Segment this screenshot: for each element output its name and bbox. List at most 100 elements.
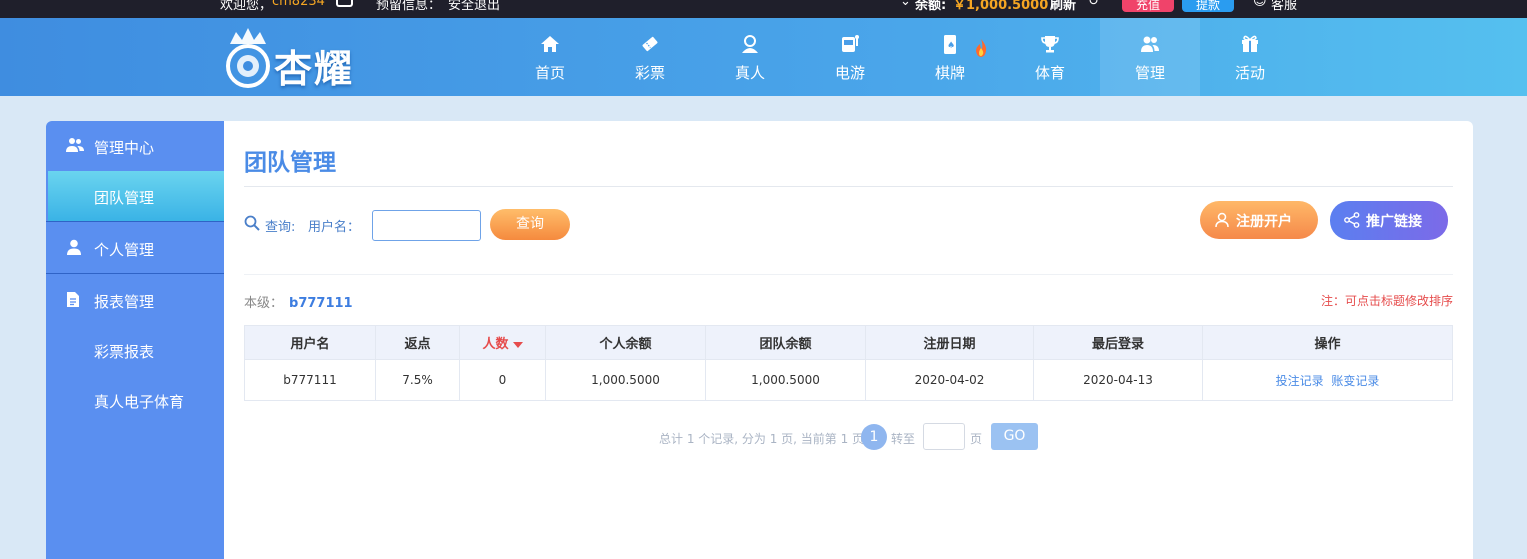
col-header-reg-date[interactable]: 注册日期 xyxy=(865,325,1034,360)
account-changes-link[interactable]: 账变记录 xyxy=(1331,374,1379,388)
register-account-label: 注册开户 xyxy=(1236,214,1292,230)
sidebar-item-label: 管理中心 xyxy=(94,139,155,157)
nav-item-lottery[interactable]: 彩票 xyxy=(600,18,700,96)
nav-item-manage[interactable]: 管理 xyxy=(1100,18,1200,96)
trophy-icon xyxy=(1041,36,1059,53)
pagination-current-page[interactable]: 1 xyxy=(861,424,887,450)
go-button[interactable]: GO xyxy=(991,423,1038,450)
col-header-member-count[interactable]: 人数 xyxy=(459,325,546,360)
nav-item-sports[interactable]: 体育 xyxy=(1000,18,1100,96)
sidebar-item-management-center[interactable]: 管理中心 xyxy=(46,121,224,171)
cell-username[interactable]: b777111 xyxy=(244,359,376,401)
cell-member-count: 0 xyxy=(459,359,546,401)
notice-label: 预留信息： xyxy=(376,0,442,13)
report-icon xyxy=(67,292,79,307)
col-header-label: 人数 xyxy=(482,337,509,352)
mail-icon[interactable] xyxy=(336,0,353,7)
col-header-personal-balance[interactable]: 个人余额 xyxy=(545,325,706,360)
user-icon xyxy=(67,239,81,255)
top-bar: 欢迎您， cm8234 预留信息： 安全退出 ⌄ 余额: ￥1,000.5000… xyxy=(0,0,1527,18)
page-title: 团队管理 xyxy=(244,150,336,176)
flame-hot-icon xyxy=(976,39,987,57)
cell-actions: 投注记录 账变记录 xyxy=(1202,359,1453,401)
promotion-link-button[interactable]: 推广链接 xyxy=(1330,201,1448,240)
bet-records-link[interactable]: 投注记录 xyxy=(1276,374,1324,388)
sidebar-item-reports[interactable]: 报表管理 xyxy=(46,275,224,325)
lottery-ticket-icon xyxy=(642,36,658,52)
query-button[interactable]: 查询 xyxy=(490,209,570,240)
nav-item-label: 体育 xyxy=(1034,64,1065,82)
col-header-rebate[interactable]: 返点 xyxy=(375,325,460,360)
welcome-label: 欢迎您， xyxy=(220,0,273,13)
withdraw-button[interactable]: 提款 xyxy=(1182,0,1234,12)
service-link[interactable]: 客服 xyxy=(1271,0,1297,13)
nav-item-label: 彩票 xyxy=(634,64,665,82)
sort-desc-icon xyxy=(512,341,523,348)
username-search-input[interactable] xyxy=(372,210,481,241)
nav-item-live[interactable]: 真人 xyxy=(700,18,800,96)
gift-icon xyxy=(1242,35,1258,52)
cell-reg-date: 2020-04-02 xyxy=(865,359,1034,401)
sidebar-divider xyxy=(46,273,224,274)
pagination-info: 总计 1 个记录, 分为 1 页, 当前第 1 页 xyxy=(659,432,865,446)
query-label: 查询: xyxy=(265,220,296,235)
logout-link[interactable]: 安全退出 xyxy=(448,0,500,13)
col-header-actions: 操作 xyxy=(1202,325,1453,360)
cell-personal-balance: 1,000.5000 xyxy=(545,359,706,401)
divider xyxy=(244,186,1453,187)
team-table: 用户名 返点 人数 个人余额 团队余额 注册日期 最后登录 操作 b777111… xyxy=(244,325,1453,401)
col-header-team-balance[interactable]: 团队余额 xyxy=(705,325,866,360)
sidebar-divider xyxy=(46,221,224,222)
nav-item-cards[interactable]: ♠ 棋牌 xyxy=(900,18,1000,96)
sidebar-item-label: 团队管理 xyxy=(94,189,155,207)
username-label: 用户名： xyxy=(308,220,361,235)
refresh-link[interactable]: 刷新 xyxy=(1050,0,1076,13)
nav-item-label: 棋牌 xyxy=(934,64,965,82)
level-info: 本级： b777111 xyxy=(244,292,353,311)
crown-logo-icon xyxy=(226,28,270,88)
col-header-username[interactable]: 用户名 xyxy=(244,325,376,360)
register-account-button[interactable]: 注册开户 xyxy=(1200,201,1318,239)
cell-rebate: 7.5% xyxy=(375,359,460,401)
nav-item-promotions[interactable]: 活动 xyxy=(1200,18,1300,96)
sidebar-item-live-egames-sports[interactable]: 真人电子体育 xyxy=(46,375,224,425)
divider xyxy=(244,274,1453,275)
card-game-icon: ♠ xyxy=(944,35,956,54)
nav-item-label: 真人 xyxy=(734,64,765,82)
sidebar-item-label: 个人管理 xyxy=(94,241,155,259)
table-row: b777111 7.5% 0 1,000.5000 1,000.5000 202… xyxy=(244,359,1453,401)
deposit-button[interactable]: 充值 xyxy=(1122,0,1174,12)
nav-item-label: 首页 xyxy=(534,64,565,82)
sidebar-item-team-management[interactable]: 团队管理 xyxy=(48,171,224,221)
sidebar-item-personal-management[interactable]: 个人管理 xyxy=(46,223,224,273)
share-icon xyxy=(1344,212,1360,228)
nav-item-label: 电游 xyxy=(834,64,865,82)
username-link[interactable]: cm8234 xyxy=(272,0,325,9)
sidebar-item-label: 彩票报表 xyxy=(94,343,155,361)
search-icon xyxy=(244,215,260,231)
nav-item-label: 管理 xyxy=(1134,64,1165,82)
main-nav: 杏耀 首页 彩票 真人 电游 ♠ 棋牌 体育 管理 活动 xyxy=(0,18,1527,96)
headset-icon[interactable]: ☺ xyxy=(1253,0,1267,9)
nav-item-egames[interactable]: 电游 xyxy=(800,18,900,96)
users-icon xyxy=(1141,36,1159,52)
col-header-last-login[interactable]: 最后登录 xyxy=(1033,325,1203,360)
home-icon xyxy=(541,36,559,52)
goto-page-input[interactable] xyxy=(923,423,965,450)
chevron-down-icon[interactable]: ⌄ xyxy=(900,0,911,9)
logo[interactable]: 杏耀 xyxy=(222,26,372,91)
sidebar-item-label: 真人电子体育 xyxy=(94,393,185,411)
refresh-icon[interactable]: ↻ xyxy=(1088,0,1099,9)
balance-label: 余额: xyxy=(915,0,947,13)
pagination: 总计 1 个记录, 分为 1 页, 当前第 1 页 1 转至 页 GO xyxy=(224,422,1473,450)
level-value: b777111 xyxy=(289,296,353,311)
nav-item-label: 活动 xyxy=(1234,64,1265,82)
page-label: 页 xyxy=(970,432,983,446)
sidebar-item-lottery-report[interactable]: 彩票报表 xyxy=(46,325,224,375)
table-header-row: 用户名 返点 人数 个人余额 团队余额 注册日期 最后登录 操作 xyxy=(244,325,1453,360)
logo-text: 杏耀 xyxy=(274,47,355,91)
svg-text:♠: ♠ xyxy=(947,41,955,51)
nav-item-home[interactable]: 首页 xyxy=(500,18,600,96)
cell-team-balance: 1,000.5000 xyxy=(705,359,866,401)
level-label: 本级： xyxy=(244,296,284,311)
